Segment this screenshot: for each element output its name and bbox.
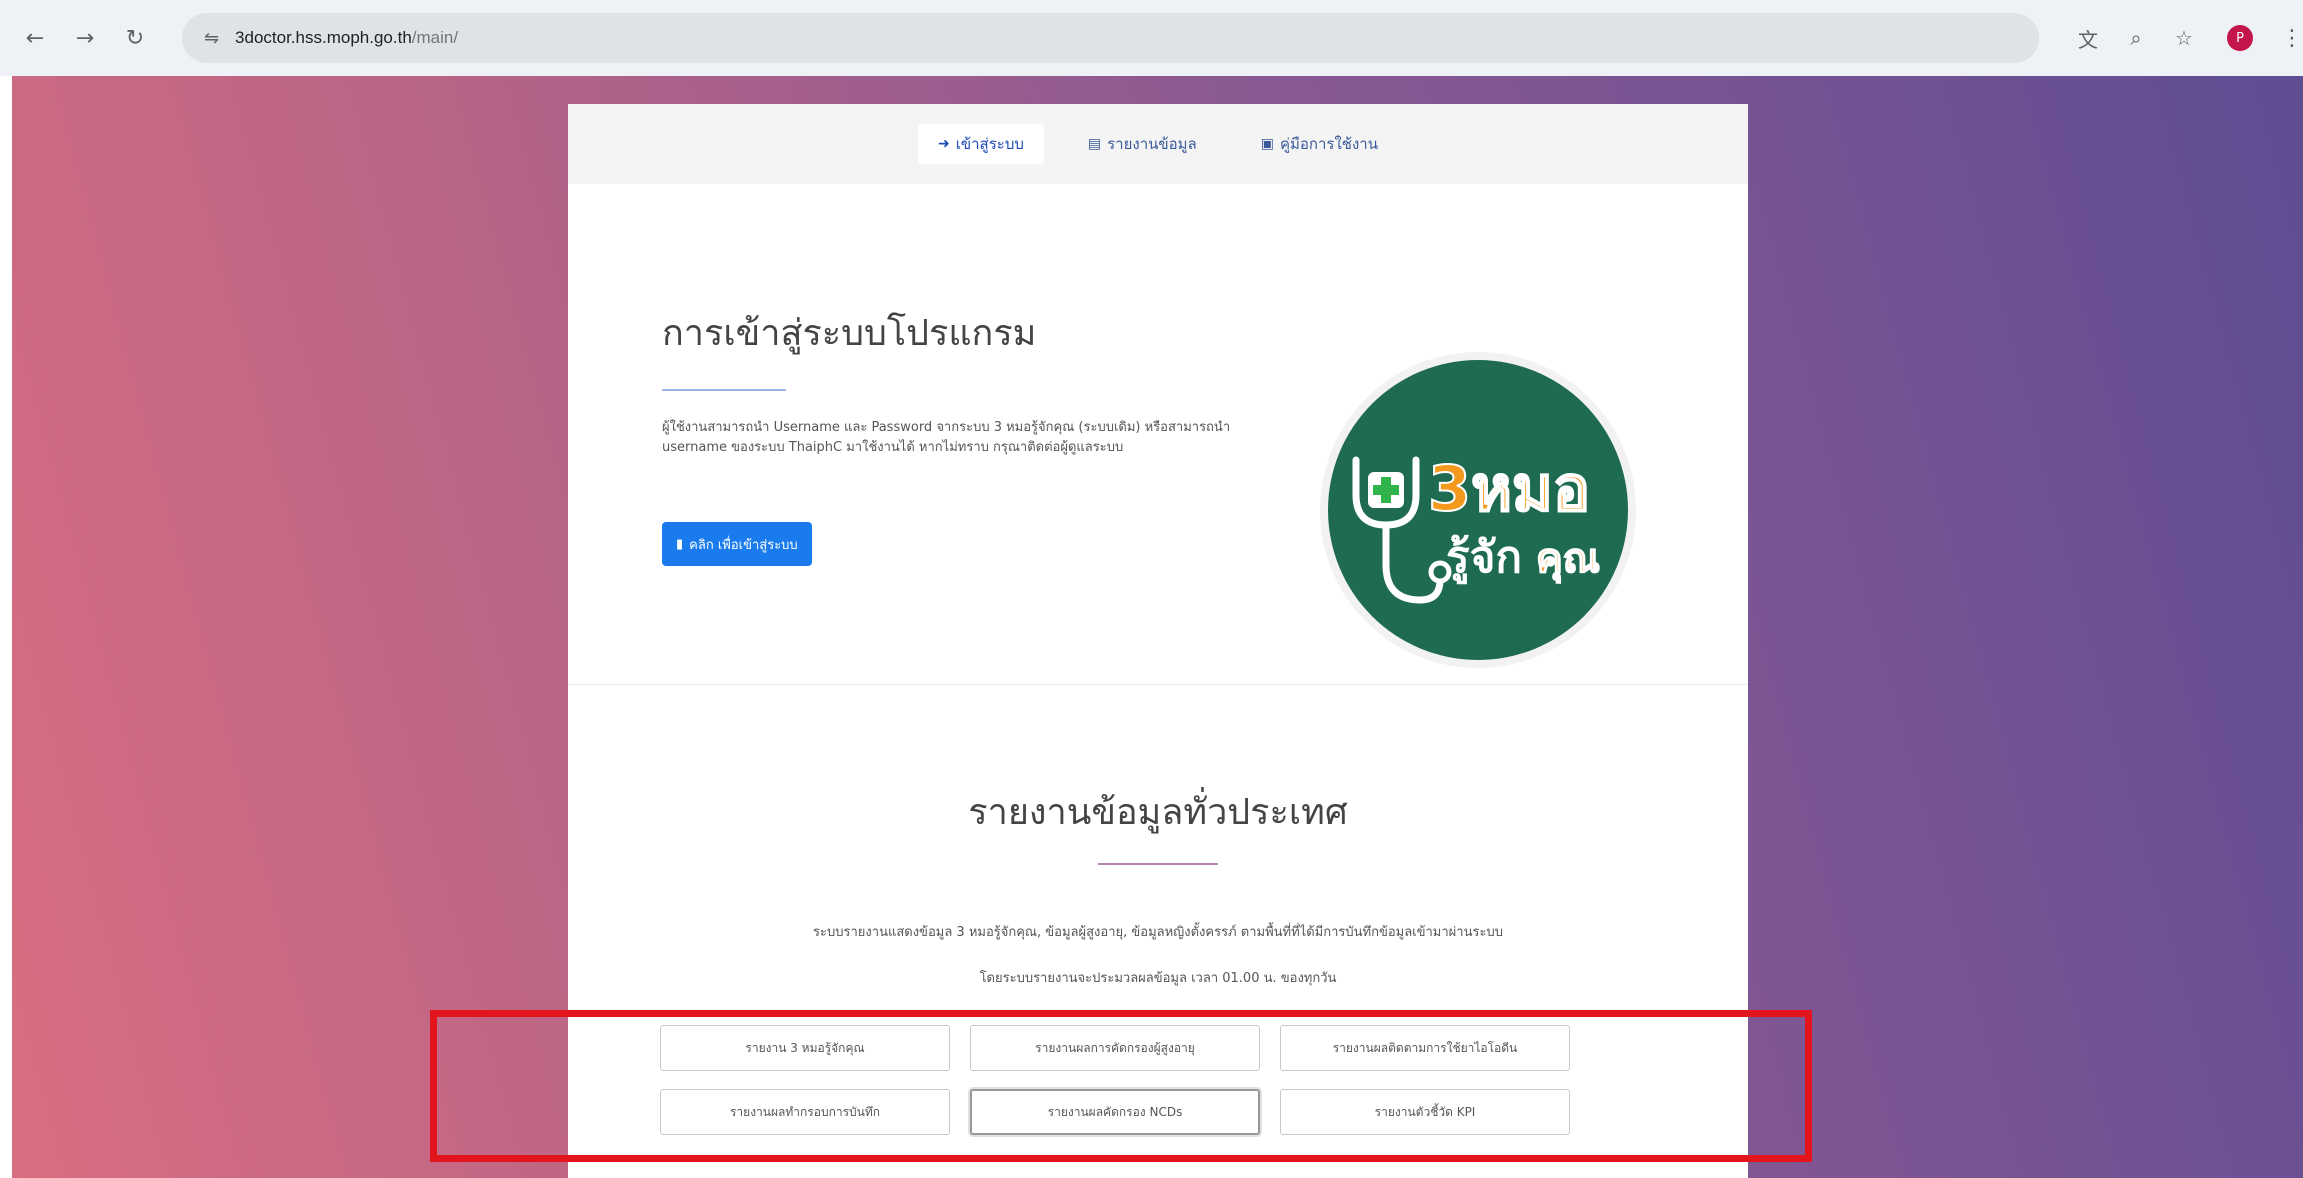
reload-icon[interactable]: ↻: [114, 17, 156, 59]
login-description: ผู้ใช้งานสามารถนำ Username และ Password …: [662, 420, 1231, 455]
login-button[interactable]: ▮ คลิก เพื่อเข้าสู่ระบบ: [662, 522, 812, 566]
report-recording-button[interactable]: รายงานผลทำกรอบการบันทึก: [660, 1089, 950, 1135]
login-icon: ➜: [938, 136, 950, 152]
report-description: ระบบรายงานแสดงข้อมูล 3 หมอรู้จักคุณ, ข้อ…: [813, 925, 1503, 940]
profile-avatar[interactable]: P: [2227, 25, 2254, 51]
title-divider: [662, 389, 786, 391]
report-elderly-screening-button[interactable]: รายงานผลการคัดกรองผู้สูงอายุ: [970, 1025, 1260, 1071]
main-card: ➜ เข้าสู่ระบบ ▤ รายงานข้อมูล ▣ คู่มือการ…: [568, 104, 1748, 1178]
stethoscope-logo-icon: 3หมอ รู้จัก คุณ: [1352, 451, 1601, 604]
nav-manual[interactable]: ▣ คู่มือการใช้งาน: [1241, 124, 1398, 164]
report-title: รายงานข้อมูลทั่วประเทศ: [968, 792, 1348, 833]
logo: 3หมอ รู้จัก คุณ: [1320, 352, 1636, 668]
more-menu-icon[interactable]: ⋮: [2281, 26, 2303, 51]
report-button-grid: รายงาน 3 หมอรู้จักคุณ รายงานผลการคัดกรอง…: [660, 1025, 1600, 1135]
back-icon[interactable]: ←: [14, 17, 56, 59]
browser-toolbar: ← → ↻ ⇋ 3doctor.hss.moph.go.th/main/ 文 ⌕…: [0, 0, 2303, 76]
logo-text-line2b: คุณ: [1536, 536, 1600, 584]
url-path: /main/: [411, 28, 459, 47]
login-section: การเข้าสู่ระบบโปรแกรม ผู้ใช้งานสามารถนำ …: [568, 184, 1748, 685]
logo-text-line1: 3หมอ: [1428, 452, 1590, 525]
login-title: การเข้าสู่ระบบโปรแกรม: [662, 313, 1037, 354]
mobile-icon: ▮: [676, 536, 684, 552]
translate-icon[interactable]: 文: [2069, 19, 2107, 57]
report-kpi-button[interactable]: รายงานตัวชี้วัด KPI: [1280, 1089, 1570, 1135]
address-bar[interactable]: ⇋ 3doctor.hss.moph.go.th/main/: [181, 13, 2040, 63]
forward-icon[interactable]: →: [64, 17, 106, 59]
nav-login[interactable]: ➜ เข้าสู่ระบบ: [918, 124, 1044, 164]
report-ncds-button[interactable]: รายงานผลคัดกรอง NCDs: [970, 1089, 1260, 1135]
bookmark-star-icon[interactable]: ☆: [2165, 19, 2203, 57]
top-navigation: ➜ เข้าสู่ระบบ ▤ รายงานข้อมูล ▣ คู่มือการ…: [568, 104, 1748, 184]
report-divider: [1098, 863, 1218, 865]
book-icon: ▣: [1260, 136, 1274, 152]
site-settings-icon[interactable]: ⇋: [204, 28, 219, 49]
page-background: ➜ เข้าสู่ระบบ ▤ รายงานข้อมูล ▣ คู่มือการ…: [12, 76, 2303, 1178]
logo-text-line2a: รู้จัก: [1446, 532, 1522, 584]
document-icon: ▤: [1087, 136, 1102, 152]
nav-report[interactable]: ▤ รายงานข้อมูล: [1068, 124, 1217, 164]
report-3doctor-button[interactable]: รายงาน 3 หมอรู้จักคุณ: [660, 1025, 950, 1071]
url-host: 3doctor.hss.moph.go.th: [235, 28, 412, 47]
report-iodine-button[interactable]: รายงานผลติดตามการใช้ยาไอโอดีน: [1280, 1025, 1570, 1071]
zoom-icon[interactable]: ⌕: [2117, 19, 2155, 57]
report-section: รายงานข้อมูลทั่วประเทศ ระบบรายงานแสดงข้อ…: [568, 685, 1748, 1178]
report-schedule-note: โดยระบบรายงานจะประมวลผลข้อมูล เวลา 01.00…: [979, 971, 1337, 986]
